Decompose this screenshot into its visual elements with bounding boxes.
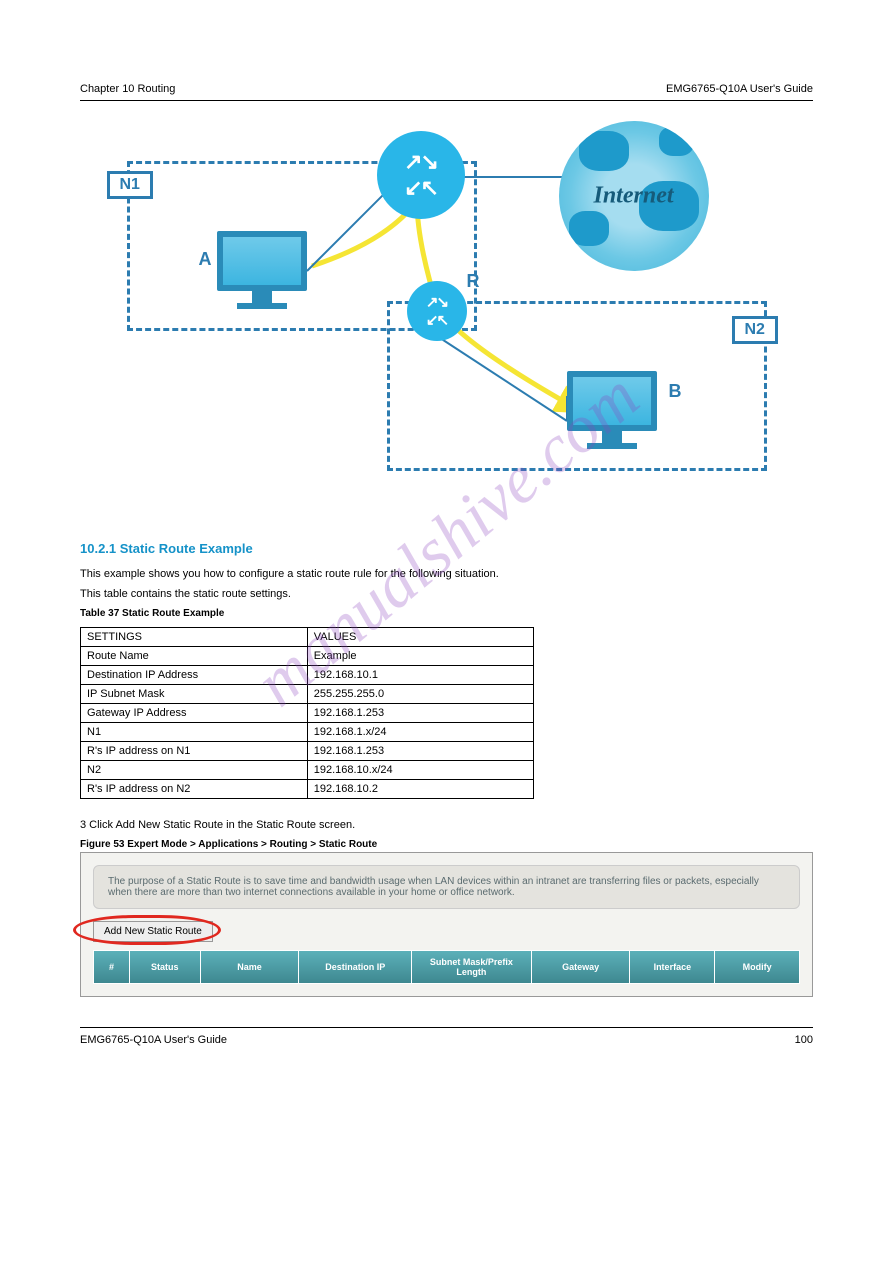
header-chapter: Chapter 10 Routing [80, 83, 175, 95]
internet-label: Internet [593, 183, 673, 210]
section-heading: 10.2.1 Static Route Example [80, 541, 813, 556]
static-route-table: SETTINGSVALUES Route NameExample Destina… [80, 627, 534, 799]
footer-page-number: 100 [795, 1034, 813, 1046]
table-row: Destination IP Address192.168.10.1 [81, 666, 534, 685]
n1-label: N1 [107, 171, 153, 199]
label-a: A [199, 249, 212, 270]
cell: SETTINGS [81, 628, 308, 647]
cell: 255.255.255.0 [307, 685, 534, 704]
figure-caption: Figure 53 Expert Mode > Applications > R… [80, 839, 813, 850]
footer-guide: EMG6765-Q10A User's Guide [80, 1034, 227, 1046]
col-index: # [94, 951, 129, 983]
ui-notice-text: The purpose of a Static Route is to save… [93, 865, 800, 909]
table-row: Route NameExample [81, 647, 534, 666]
n2-label: N2 [732, 316, 778, 344]
table-row: N1192.168.1.x/24 [81, 723, 534, 742]
table-row: R's IP address on N2192.168.10.2 [81, 780, 534, 799]
cell: N1 [81, 723, 308, 742]
header-guide: EMG6765-Q10A User's Guide [666, 83, 813, 95]
internet-globe-icon: Internet [559, 121, 709, 271]
static-route-screen: The purpose of a Static Route is to save… [80, 852, 813, 997]
label-b: B [669, 381, 682, 402]
cell: Gateway IP Address [81, 704, 308, 723]
static-route-list-table: # Status Name Destination IP Subnet Mask… [93, 950, 800, 984]
para-1: This example shows you how to configure … [80, 568, 813, 580]
cell: Route Name [81, 647, 308, 666]
cell: 192.168.10.2 [307, 780, 534, 799]
para-2: This table contains the static route set… [80, 588, 813, 600]
cell: Example [307, 647, 534, 666]
table-row: IP Subnet Mask255.255.255.0 [81, 685, 534, 704]
cell: VALUES [307, 628, 534, 647]
cell: Destination IP Address [81, 666, 308, 685]
footer-rule: EMG6765-Q10A User's Guide 100 [80, 1027, 813, 1057]
table-row: SETTINGSVALUES [81, 628, 534, 647]
cell: 192.168.1.253 [307, 704, 534, 723]
table-row: Gateway IP Address192.168.1.253 [81, 704, 534, 723]
computer-a-icon [217, 231, 307, 291]
label-r: R [467, 271, 480, 292]
col-name: Name [201, 951, 299, 983]
add-static-route-button[interactable]: Add New Static Route [93, 921, 213, 942]
cell: N2 [81, 761, 308, 780]
cell: R's IP address on N1 [81, 742, 308, 761]
cell: 192.168.1.x/24 [307, 723, 534, 742]
table-row: R's IP address on N1192.168.1.253 [81, 742, 534, 761]
table-caption: Table 37 Static Route Example [80, 608, 813, 619]
wire-to-globe [462, 176, 562, 178]
network-diagram: N1 N2 Internet ↗↘↙↖ ↗↘↙↖ [80, 141, 813, 511]
cell: 192.168.10.1 [307, 666, 534, 685]
col-modify: Modify [715, 951, 799, 983]
router-r-icon: ↗↘↙↖ [407, 281, 467, 341]
col-destination: Destination IP [299, 951, 411, 983]
cell: IP Subnet Mask [81, 685, 308, 704]
table-row: N2192.168.10.x/24 [81, 761, 534, 780]
col-gateway: Gateway [532, 951, 630, 983]
col-interface: Interface [630, 951, 714, 983]
col-subnet: Subnet Mask/Prefix Length [412, 951, 531, 983]
para-3: 3 Click Add New Static Route in the Stat… [80, 819, 813, 831]
header-rule: Chapter 10 Routing EMG6765-Q10A User's G… [80, 100, 813, 101]
main-router-icon: ↗↘↙↖ [377, 131, 465, 219]
computer-b-icon [567, 371, 657, 431]
cell: 192.168.10.x/24 [307, 761, 534, 780]
cell: R's IP address on N2 [81, 780, 308, 799]
col-status: Status [130, 951, 200, 983]
cell: 192.168.1.253 [307, 742, 534, 761]
